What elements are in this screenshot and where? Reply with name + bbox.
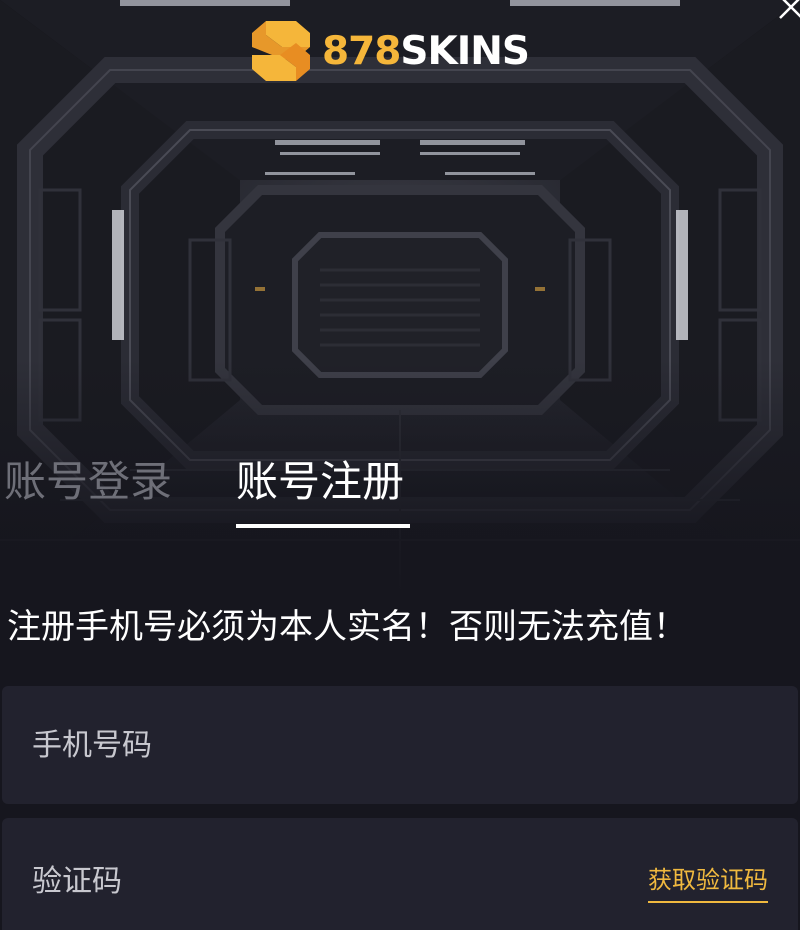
tab-login[interactable]: 账号登录 [4,452,172,512]
brand-name: 878SKINS [322,28,530,74]
brand-logo-icon [252,21,310,81]
brand-number: 878 [322,28,401,74]
phone-field-container [2,686,798,804]
phone-input[interactable] [32,686,592,804]
get-code-button[interactable]: 获取验证码 [648,860,768,903]
brand-word: SKINS [400,28,530,74]
register-dialog: 878SKINS 账号登录 账号注册 注册手机号必须为本人实名！否则无法充值！ … [0,0,800,930]
active-tab-indicator [236,524,410,528]
close-button[interactable] [776,0,800,22]
real-name-notice: 注册手机号必须为本人实名！否则无法充值！ [7,607,687,647]
code-field-container: 获取验证码 [2,818,798,930]
auth-tabs: 账号登录 账号注册 [0,452,800,532]
verification-code-input[interactable] [32,818,592,930]
brand-logo: 878SKINS [252,20,530,82]
tab-register[interactable]: 账号注册 [236,452,404,512]
close-icon [779,0,800,19]
